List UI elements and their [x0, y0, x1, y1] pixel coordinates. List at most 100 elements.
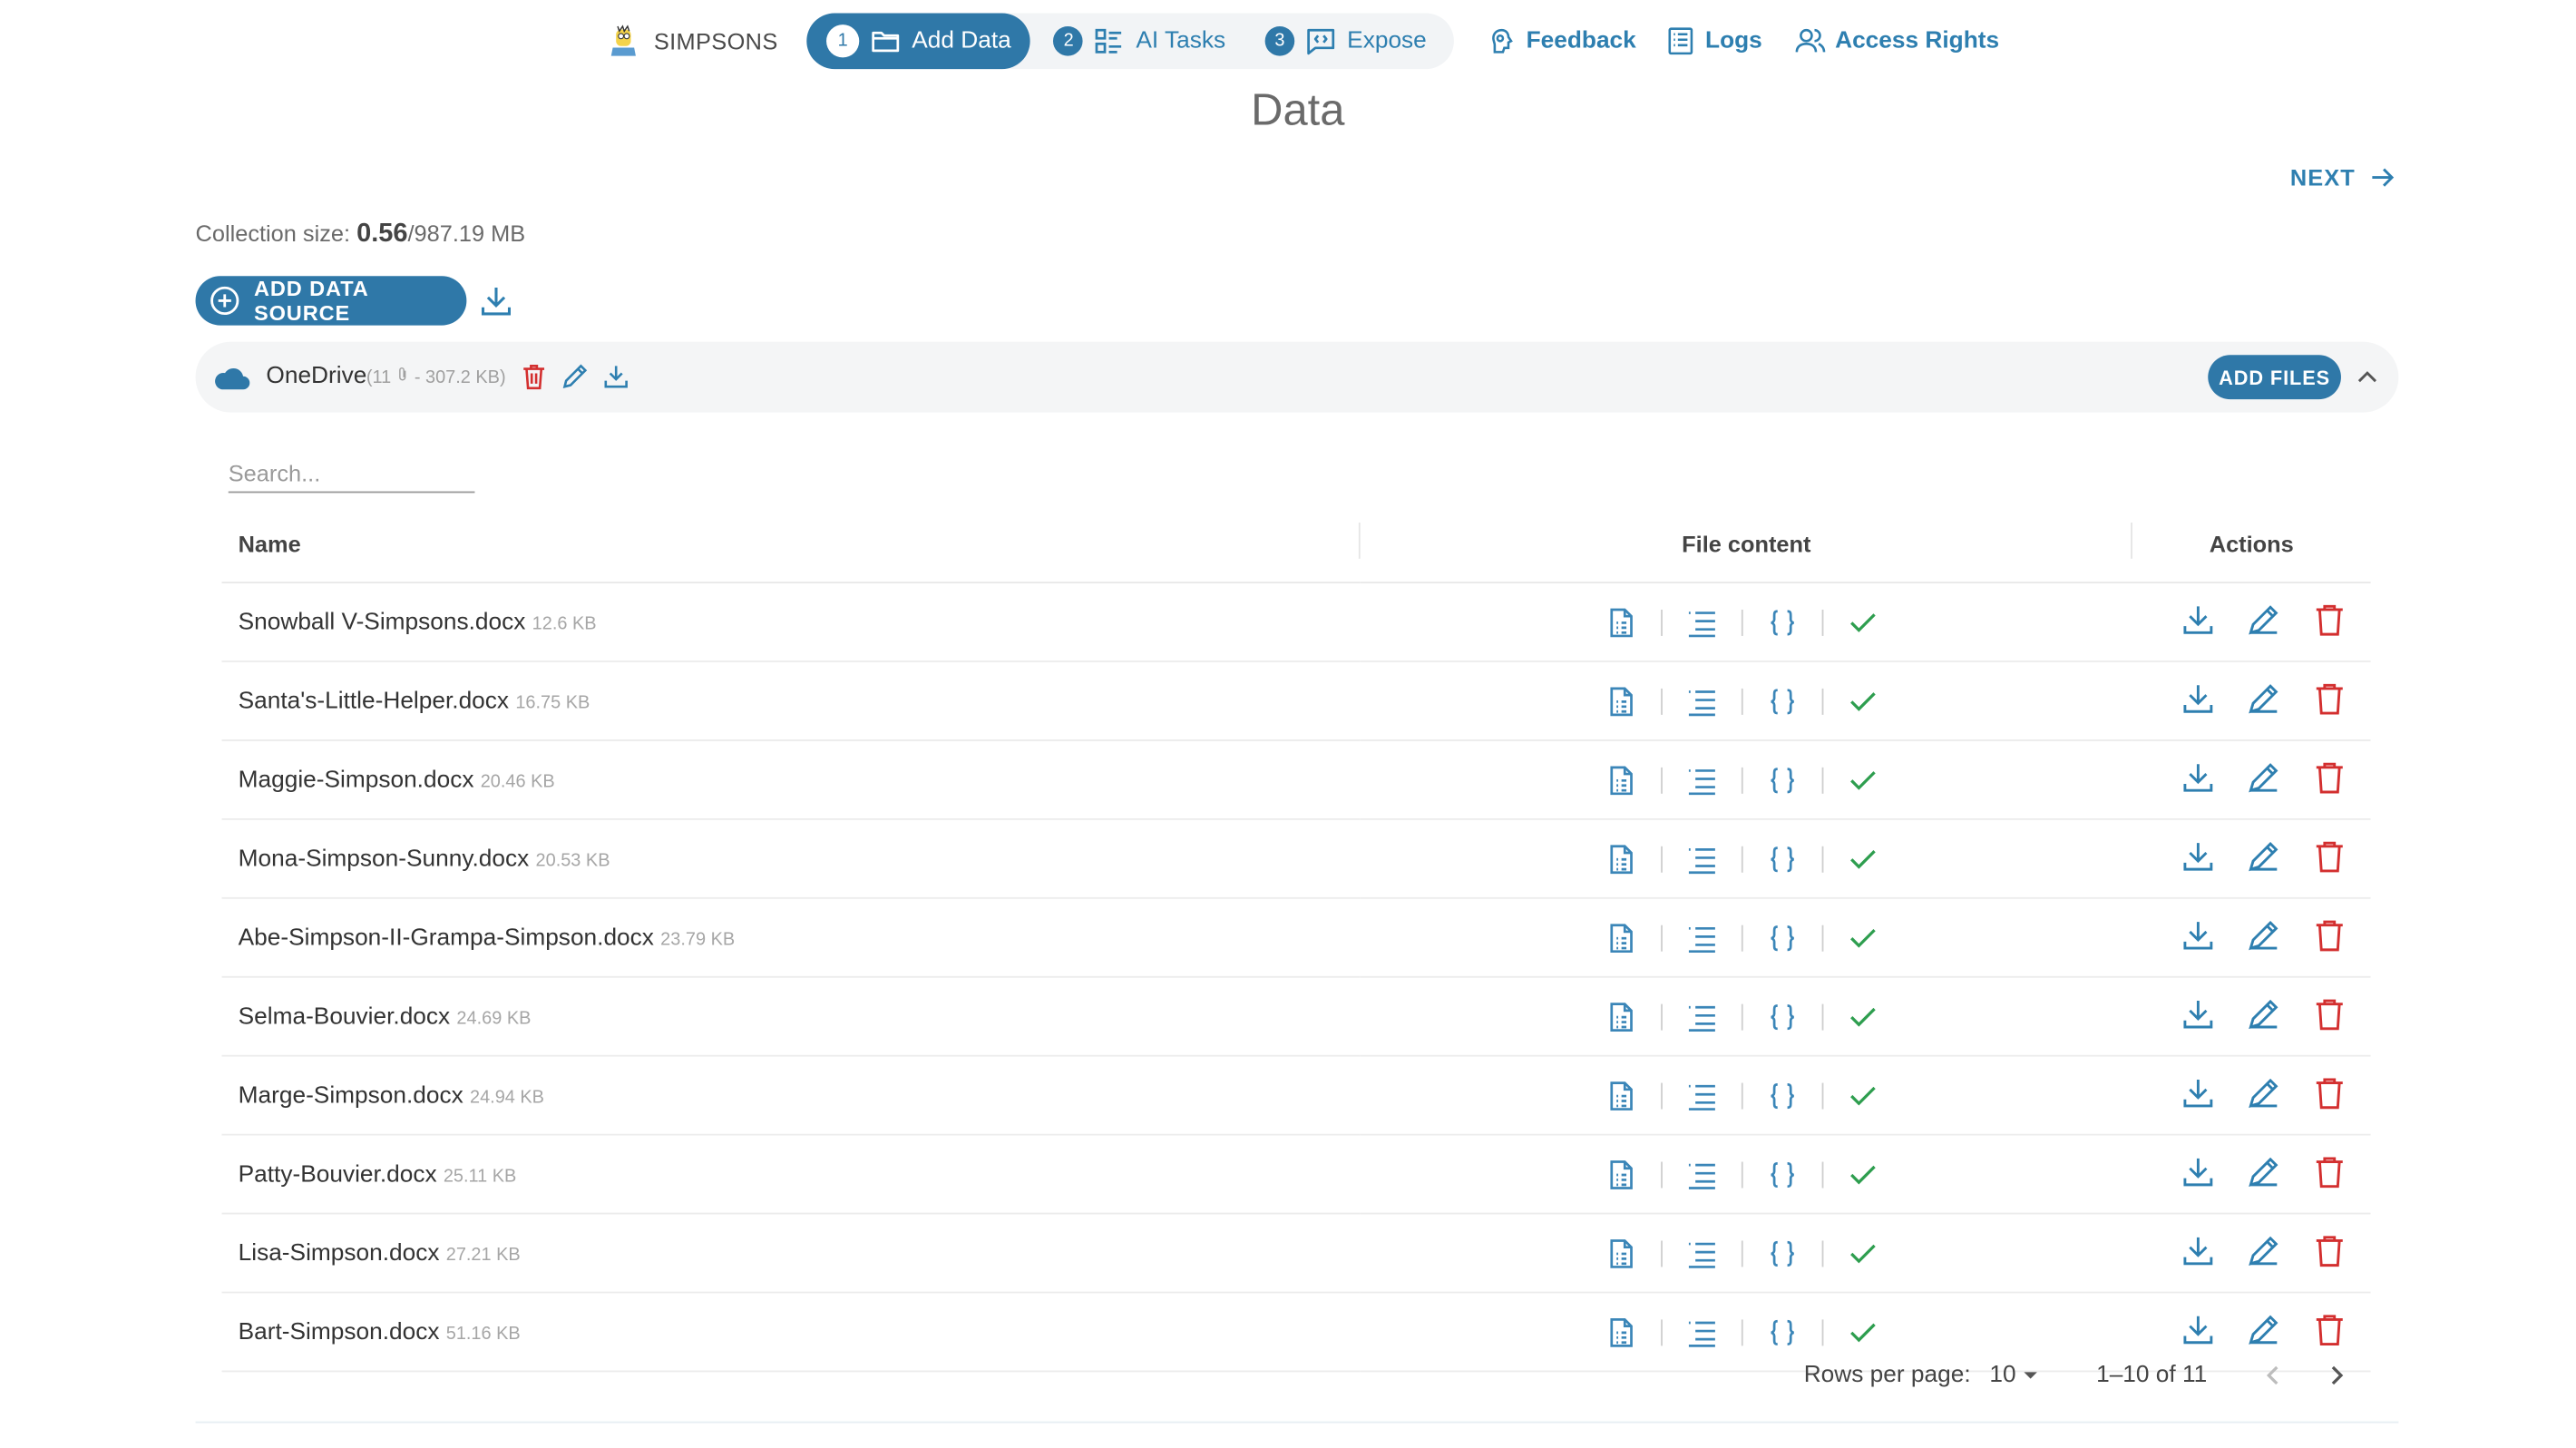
feedback-link[interactable]: Feedback: [1485, 24, 1636, 57]
download-source-icon[interactable]: [601, 361, 631, 391]
text-lines-icon[interactable]: [1685, 1316, 1718, 1348]
text-lines-icon[interactable]: [1685, 1079, 1718, 1111]
document-icon[interactable]: [1605, 605, 1638, 638]
braces-icon[interactable]: [1766, 763, 1799, 796]
step-add-data[interactable]: 1 Add Data: [806, 13, 1031, 70]
rows-per-page-select[interactable]: 10: [1989, 1362, 2039, 1388]
file-size: 24.69 KB: [456, 1008, 532, 1028]
search-input[interactable]: [228, 455, 475, 494]
download-icon[interactable]: [2180, 680, 2216, 722]
check-icon: [1847, 921, 1879, 954]
braces-icon[interactable]: [1766, 1316, 1799, 1348]
step-expose[interactable]: 3 Expose: [1249, 13, 1443, 69]
braces-icon[interactable]: [1766, 1079, 1799, 1111]
braces-icon[interactable]: [1766, 1158, 1799, 1190]
delete-icon[interactable]: [2311, 1310, 2347, 1353]
download-icon[interactable]: [2180, 916, 2216, 959]
icon-divider: [1661, 1239, 1663, 1267]
file-content-icons: [1605, 1079, 2132, 1111]
prev-page-icon[interactable]: [2259, 1361, 2288, 1391]
file-content-cell: [1360, 976, 2132, 1057]
document-icon[interactable]: [1605, 1237, 1638, 1269]
column-header-name[interactable]: Name: [221, 504, 1361, 583]
edit-source-icon[interactable]: [561, 361, 590, 391]
download-icon[interactable]: [2180, 601, 2216, 643]
file-name-cell: Santa's-Little-Helper.docx 16.75 KB: [221, 661, 1361, 741]
access-rights-link[interactable]: Access Rights: [1794, 24, 1999, 57]
delete-icon[interactable]: [2311, 995, 2347, 1038]
edit-icon[interactable]: [2246, 1310, 2282, 1353]
text-lines-icon[interactable]: [1685, 921, 1718, 954]
delete-icon[interactable]: [2311, 680, 2347, 722]
download-icon[interactable]: [2180, 1231, 2216, 1274]
text-lines-icon[interactable]: [1685, 684, 1718, 717]
chevron-up-icon[interactable]: [2354, 365, 2380, 391]
download-icon[interactable]: [2180, 1153, 2216, 1196]
document-icon[interactable]: [1605, 1316, 1638, 1348]
document-icon[interactable]: [1605, 842, 1638, 875]
step-number: 2: [1053, 25, 1084, 56]
icon-divider: [1821, 766, 1824, 793]
download-icon[interactable]: [2180, 1310, 2216, 1353]
download-icon[interactable]: [2180, 758, 2216, 801]
edit-icon[interactable]: [2246, 1074, 2282, 1117]
file-size: 51.16 KB: [445, 1323, 521, 1344]
braces-icon[interactable]: [1766, 684, 1799, 717]
column-header-file-content: File content: [1360, 504, 2132, 583]
download-all-icon[interactable]: [478, 283, 514, 319]
download-icon[interactable]: [2180, 995, 2216, 1038]
edit-icon[interactable]: [2246, 758, 2282, 801]
users-icon: [1795, 28, 1826, 53]
edit-icon[interactable]: [2246, 916, 2282, 959]
add-data-source-button[interactable]: ADD DATA SOURCE: [195, 276, 467, 326]
delete-icon[interactable]: [2311, 758, 2347, 801]
text-lines-icon[interactable]: [1685, 605, 1718, 638]
braces-icon[interactable]: [1766, 842, 1799, 875]
document-icon[interactable]: [1605, 1000, 1638, 1032]
delete-icon[interactable]: [2311, 1153, 2347, 1196]
braces-icon[interactable]: [1766, 1000, 1799, 1032]
icon-divider: [1821, 1081, 1824, 1109]
braces-icon[interactable]: [1766, 605, 1799, 638]
text-lines-icon[interactable]: [1685, 1237, 1718, 1269]
table-row: Selma-Bouvier.docx 24.69 KB: [221, 976, 2371, 1057]
delete-icon[interactable]: [2311, 837, 2347, 880]
edit-icon[interactable]: [2246, 1153, 2282, 1196]
add-files-button[interactable]: ADD FILES: [2208, 355, 2341, 400]
next-page-icon[interactable]: [2321, 1361, 2351, 1391]
file-content-cell: [1360, 1055, 2132, 1136]
edit-icon[interactable]: [2246, 837, 2282, 880]
text-lines-icon[interactable]: [1685, 1158, 1718, 1190]
delete-source-icon[interactable]: [519, 361, 549, 391]
document-icon[interactable]: [1605, 921, 1638, 954]
text-lines-icon[interactable]: [1685, 842, 1718, 875]
nav-label: Access Rights: [1835, 27, 2000, 54]
icon-divider: [1661, 1160, 1663, 1188]
document-icon[interactable]: [1605, 1158, 1638, 1190]
step-label: Expose: [1347, 27, 1427, 54]
logs-link[interactable]: Logs: [1664, 24, 1762, 57]
edit-icon[interactable]: [2246, 601, 2282, 643]
delete-icon[interactable]: [2311, 1074, 2347, 1117]
edit-icon[interactable]: [2246, 680, 2282, 722]
document-icon[interactable]: [1605, 1079, 1638, 1111]
braces-icon[interactable]: [1766, 921, 1799, 954]
edit-icon[interactable]: [2246, 1231, 2282, 1274]
delete-icon[interactable]: [2311, 1231, 2347, 1274]
source-file-count: (11: [366, 367, 392, 388]
braces-icon[interactable]: [1766, 1237, 1799, 1269]
document-icon[interactable]: [1605, 684, 1638, 717]
step-ai-tasks[interactable]: 2 AI Tasks: [1038, 13, 1243, 69]
icon-divider: [1661, 1318, 1663, 1345]
edit-icon[interactable]: [2246, 995, 2282, 1038]
download-icon[interactable]: [2180, 837, 2216, 880]
text-lines-icon[interactable]: [1685, 1000, 1718, 1032]
document-icon[interactable]: [1605, 763, 1638, 796]
row-actions: [2180, 758, 2368, 801]
brand[interactable]: SIMPSONS: [608, 24, 777, 57]
delete-icon[interactable]: [2311, 916, 2347, 959]
download-icon[interactable]: [2180, 1074, 2216, 1117]
delete-icon[interactable]: [2311, 601, 2347, 643]
next-button[interactable]: NEXT: [2290, 164, 2395, 191]
text-lines-icon[interactable]: [1685, 763, 1718, 796]
